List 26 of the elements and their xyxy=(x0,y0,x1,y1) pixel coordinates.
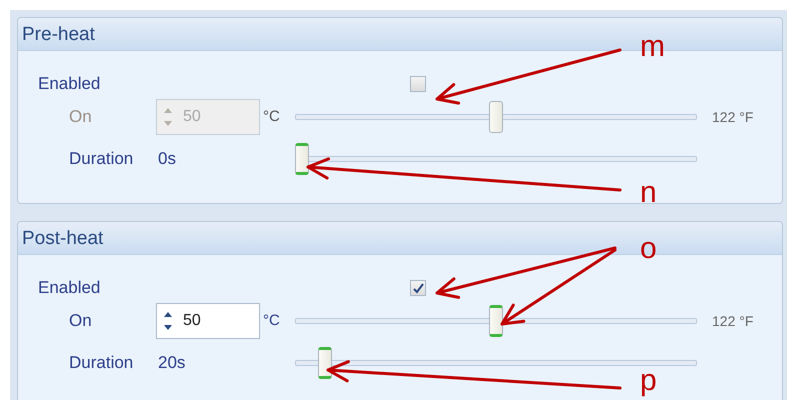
spinner-field[interactable]: 50 xyxy=(156,303,260,339)
spin-arrows-icon[interactable] xyxy=(163,310,173,332)
enabled-label: Enabled xyxy=(38,277,102,300)
on-label: On xyxy=(69,310,93,332)
duration-value: 20s xyxy=(158,352,186,374)
annotation-letter: p xyxy=(640,366,657,396)
slider-thumb[interactable] xyxy=(318,347,332,379)
annotation-letter: o xyxy=(640,234,657,264)
enabled-checkbox[interactable] xyxy=(410,76,426,92)
enabled-label: Enabled xyxy=(38,73,102,96)
on-label: On xyxy=(69,106,93,128)
slider-track[interactable] xyxy=(295,143,697,175)
fahrenheit-reading: 122 °F xyxy=(712,108,754,126)
enabled-checkbox[interactable] xyxy=(410,280,426,296)
slider-thumb[interactable] xyxy=(489,305,503,337)
fahrenheit-reading: 122 °F xyxy=(712,312,754,330)
duration-label: Duration xyxy=(69,352,134,374)
slider-track[interactable] xyxy=(295,101,697,133)
unit-label: °C xyxy=(262,310,281,331)
duration-value: 0s xyxy=(158,148,177,170)
slider-track[interactable] xyxy=(295,305,697,337)
duration-label: Duration xyxy=(69,148,134,170)
unit-label: °C xyxy=(262,106,281,127)
annotation-letter: m xyxy=(640,32,665,62)
slider-thumb[interactable] xyxy=(295,143,309,175)
annotation-letter: n xyxy=(640,178,657,208)
